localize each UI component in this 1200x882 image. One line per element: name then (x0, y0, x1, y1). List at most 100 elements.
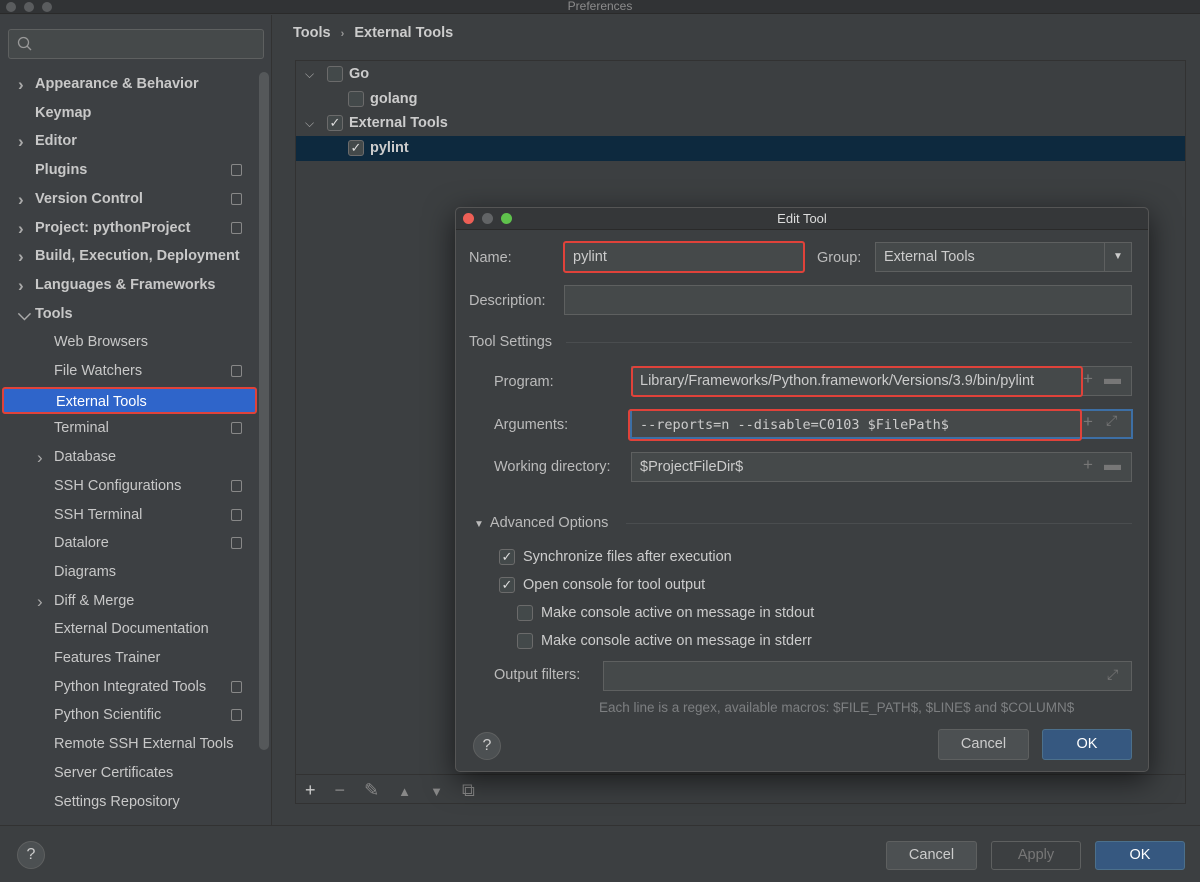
description-field[interactable] (564, 285, 1132, 315)
advanced-options-toggle[interactable]: ▼ Advanced Options (474, 515, 608, 531)
checkbox[interactable]: ✓ (499, 549, 515, 566)
sidebar-item[interactable]: SSH Terminal (0, 502, 258, 529)
sidebar-item[interactable]: › Database (0, 444, 258, 471)
sidebar-item[interactable]: › Languages & Frameworks (0, 272, 258, 299)
sidebar-item-label: Python Integrated Tools (54, 678, 207, 695)
cancel-button[interactable]: Cancel (886, 841, 977, 870)
tree-row[interactable]: ✓ pylint (296, 135, 1185, 161)
sidebar-item[interactable]: Features Trainer (0, 645, 258, 672)
folder-icon[interactable]: ▬ (1104, 369, 1121, 389)
sidebar-item[interactable]: Diagrams (0, 559, 258, 586)
chevron-right-icon[interactable]: › (37, 444, 43, 471)
apply-button[interactable]: Apply (991, 841, 1081, 870)
chevron-down-icon[interactable]: ⌵ (18, 301, 31, 328)
minimize-window-button[interactable] (24, 2, 34, 12)
close-window-button[interactable] (6, 2, 16, 12)
sidebar-item[interactable]: File Watchers (0, 358, 258, 385)
chevron-right-icon[interactable]: › (18, 272, 24, 299)
sidebar-item[interactable]: › Appearance & Behavior (0, 71, 258, 98)
project-scope-icon (231, 164, 242, 177)
checkbox[interactable]: ✓ (348, 139, 364, 156)
dialog-minimize-button[interactable] (482, 213, 493, 224)
sidebar-item[interactable]: Python Integrated Tools (0, 674, 258, 701)
tree-row[interactable]: ⌵ ✓ External Tools (296, 111, 1185, 136)
chevron-right-icon[interactable]: › (37, 588, 43, 615)
copy-icon[interactable]: ⧉ (462, 780, 475, 800)
tree-row[interactable]: ⌵ Go (296, 62, 1185, 87)
insert-macro-icon[interactable]: + (1083, 369, 1093, 389)
project-scope-icon (231, 192, 242, 205)
sidebar-item[interactable]: Web Browsers (0, 329, 258, 356)
checkbox[interactable] (517, 633, 533, 650)
sidebar-item[interactable]: Keymap (0, 100, 258, 127)
chevron-right-icon[interactable]: › (18, 71, 24, 98)
sidebar-item[interactable]: Terminal (0, 415, 258, 442)
sidebar-item-label: Version Control (35, 190, 143, 207)
expand-icon[interactable]: ⤢ (1106, 412, 1117, 429)
option-checkbox[interactable]: Make console active on message in stdout (517, 604, 814, 622)
option-checkbox[interactable]: Make console active on message in stderr (517, 632, 812, 650)
move-down-icon[interactable]: ▼ (430, 784, 443, 799)
dialog-help-button[interactable]: ? (473, 732, 501, 760)
project-scope-icon (231, 479, 242, 492)
sidebar-item[interactable]: ⌵ Tools (0, 301, 258, 328)
dialog-zoom-button[interactable] (501, 213, 512, 224)
insert-macro-icon[interactable]: + (1083, 455, 1093, 475)
sidebar-item[interactable]: Settings Repository (0, 789, 258, 816)
zoom-window-button[interactable] (42, 2, 52, 12)
checkbox[interactable] (517, 605, 533, 622)
triangle-down-icon: ▼ (474, 519, 484, 530)
sidebar-item[interactable]: Plugins (0, 157, 258, 184)
checkbox[interactable]: ✓ (499, 577, 515, 594)
chevron-right-icon[interactable]: › (18, 243, 24, 270)
option-checkbox[interactable]: ✓ Open console for tool output (499, 576, 705, 594)
remove-icon[interactable]: − (335, 780, 346, 800)
move-up-icon[interactable]: ▲ (398, 784, 411, 799)
chevron-down-icon[interactable]: ⌵ (305, 111, 314, 136)
chevron-right-icon[interactable]: › (18, 186, 24, 213)
output-filters-field[interactable] (603, 661, 1132, 691)
sidebar-item[interactable]: Remote SSH External Tools (0, 731, 258, 758)
option-checkbox[interactable]: ✓ Synchronize files after execution (499, 548, 732, 566)
sidebar-item-label: Build, Execution, Deployment (35, 248, 240, 265)
chevron-down-icon[interactable]: ⌵ (305, 62, 314, 87)
edit-icon[interactable]: ✎ (364, 780, 379, 800)
chevron-down-icon[interactable]: ▼ (1104, 243, 1131, 271)
sidebar-item[interactable]: › Build, Execution, Deployment (0, 243, 258, 270)
dialog-cancel-button[interactable]: Cancel (938, 729, 1029, 760)
chevron-right-icon[interactable]: › (18, 128, 24, 155)
sidebar-item-label: Datalore (54, 535, 109, 552)
sidebar-item[interactable]: › Version Control (0, 186, 258, 213)
sidebar-item-label: SSH Terminal (54, 506, 143, 523)
sidebar-item[interactable]: External Documentation (0, 616, 258, 643)
ok-button[interactable]: OK (1095, 841, 1185, 870)
expand-icon[interactable]: ⤢ (1107, 666, 1118, 683)
checkbox[interactable] (348, 90, 364, 107)
folder-icon[interactable]: ▬ (1104, 455, 1121, 475)
group-select[interactable]: External Tools ▼ (875, 242, 1132, 272)
tree-row[interactable]: golang (296, 87, 1185, 112)
checkbox[interactable] (327, 66, 343, 82)
sidebar-item[interactable]: Datalore (0, 530, 258, 557)
sidebar-scrollbar[interactable] (259, 72, 269, 750)
chevron-right-icon[interactable]: › (18, 215, 24, 242)
add-icon[interactable]: + (305, 780, 316, 800)
sidebar-item[interactable]: Server Certificates (0, 760, 258, 787)
sidebar-item[interactable]: SSH Configurations (0, 473, 258, 500)
sidebar-item[interactable]: › Diff & Merge (0, 588, 258, 615)
sidebar-item[interactable]: Python Scientific (0, 702, 258, 729)
working-directory-field[interactable]: $ProjectFileDir$ (631, 452, 1132, 482)
sidebar-item[interactable]: › Editor (0, 128, 258, 155)
dialog-close-button[interactable] (463, 213, 474, 224)
group-value: External Tools (884, 249, 975, 265)
help-button[interactable]: ? (17, 841, 45, 869)
sidebar-item[interactable]: External Tools (2, 386, 257, 414)
dialog-ok-button[interactable]: OK (1042, 729, 1132, 760)
insert-macro-icon[interactable]: + (1083, 412, 1093, 432)
project-scope-icon (231, 422, 242, 435)
checkbox[interactable]: ✓ (327, 115, 343, 131)
tree-item-label: golang (370, 90, 418, 107)
sidebar-item[interactable]: › Project: pythonProject (0, 215, 258, 242)
search-input[interactable] (8, 29, 264, 59)
breadcrumb-parent[interactable]: Tools (293, 25, 331, 41)
